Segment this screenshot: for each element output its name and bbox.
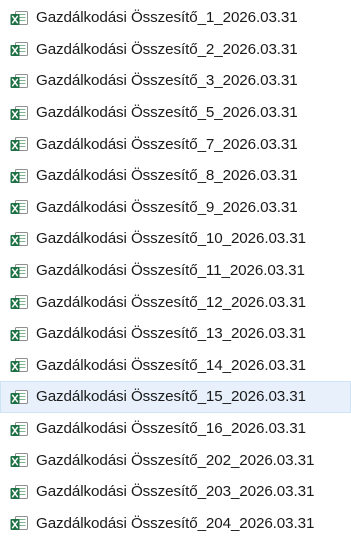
excel-file-icon xyxy=(10,41,28,57)
excel-file-icon xyxy=(10,136,28,152)
excel-file-icon xyxy=(10,421,28,437)
file-name: Gazdálkodási Összesítő_12_2026.03.31 xyxy=(36,293,306,311)
file-item[interactable]: Gazdálkodási Összesítő_10_2026.03.31 xyxy=(0,223,351,255)
excel-file-icon xyxy=(10,357,28,373)
excel-file-icon xyxy=(10,484,28,500)
file-item[interactable]: Gazdálkodási Összesítő_5_2026.03.31 xyxy=(0,97,351,129)
file-name: Gazdálkodási Összesítő_14_2026.03.31 xyxy=(36,356,306,374)
file-name: Gazdálkodási Összesítő_11_2026.03.31 xyxy=(36,262,305,280)
file-item[interactable]: Gazdálkodási Összesítő_8_2026.03.31 xyxy=(0,160,351,192)
excel-file-icon xyxy=(10,105,28,121)
file-item[interactable]: Gazdálkodási Összesítő_3_2026.03.31 xyxy=(0,65,351,97)
excel-file-icon xyxy=(10,168,28,184)
file-name: Gazdálkodási Összesítő_16_2026.03.31 xyxy=(36,420,306,438)
file-name: Gazdálkodási Összesítő_15_2026.03.31 xyxy=(36,388,306,406)
excel-file-icon xyxy=(10,263,28,279)
file-item[interactable]: Gazdálkodási Összesítő_16_2026.03.31 xyxy=(0,413,351,445)
file-name: Gazdálkodási Összesítő_202_2026.03.31 xyxy=(36,451,315,469)
file-item[interactable]: Gazdálkodási Összesítő_202_2026.03.31 xyxy=(0,444,351,476)
file-list: Gazdálkodási Összesítő_1_2026.03.31 Gazd… xyxy=(0,0,351,541)
excel-file-icon xyxy=(10,515,28,531)
file-item[interactable]: Gazdálkodási Összesítő_204_2026.03.31 xyxy=(0,508,351,540)
excel-file-icon xyxy=(10,389,28,405)
file-item[interactable]: Gazdálkodási Összesítő_11_2026.03.31 xyxy=(0,255,351,287)
excel-file-icon xyxy=(10,10,28,26)
excel-file-icon xyxy=(10,294,28,310)
file-name: Gazdálkodási Összesítő_8_2026.03.31 xyxy=(36,167,298,185)
file-name: Gazdálkodási Összesítő_203_2026.03.31 xyxy=(36,483,315,501)
file-name: Gazdálkodási Összesítő_204_2026.03.31 xyxy=(36,514,315,532)
file-item[interactable]: Gazdálkodási Összesítő_7_2026.03.31 xyxy=(0,128,351,160)
file-name: Gazdálkodási Összesítő_5_2026.03.31 xyxy=(36,104,298,122)
file-item[interactable]: Gazdálkodási Összesítő_14_2026.03.31 xyxy=(0,350,351,382)
file-name: Gazdálkodási Összesítő_13_2026.03.31 xyxy=(36,325,306,343)
excel-file-icon xyxy=(10,326,28,342)
file-item[interactable]: Gazdálkodási Összesítő_13_2026.03.31 xyxy=(0,318,351,350)
file-name: Gazdálkodási Összesítő_7_2026.03.31 xyxy=(36,135,298,153)
file-item[interactable]: Gazdálkodási Összesítő_2_2026.03.31 xyxy=(0,34,351,66)
excel-file-icon xyxy=(10,452,28,468)
file-name: Gazdálkodási Összesítő_2_2026.03.31 xyxy=(36,40,298,58)
file-item[interactable]: Gazdálkodási Összesítő_15_2026.03.31 xyxy=(0,381,351,413)
file-item[interactable]: Gazdálkodási Összesítő_9_2026.03.31 xyxy=(0,192,351,224)
file-name: Gazdálkodási Összesítő_9_2026.03.31 xyxy=(36,198,298,216)
file-name: Gazdálkodási Összesítő_10_2026.03.31 xyxy=(36,230,306,248)
excel-file-icon xyxy=(10,231,28,247)
file-name: Gazdálkodási Összesítő_3_2026.03.31 xyxy=(36,72,298,90)
excel-file-icon xyxy=(10,73,28,89)
excel-file-icon xyxy=(10,199,28,215)
file-item[interactable]: Gazdálkodási Összesítő_1_2026.03.31 xyxy=(0,2,351,34)
file-name: Gazdálkodási Összesítő_1_2026.03.31 xyxy=(36,9,298,27)
file-item[interactable]: Gazdálkodási Összesítő_203_2026.03.31 xyxy=(0,476,351,508)
file-item[interactable]: Gazdálkodási Összesítő_12_2026.03.31 xyxy=(0,286,351,318)
